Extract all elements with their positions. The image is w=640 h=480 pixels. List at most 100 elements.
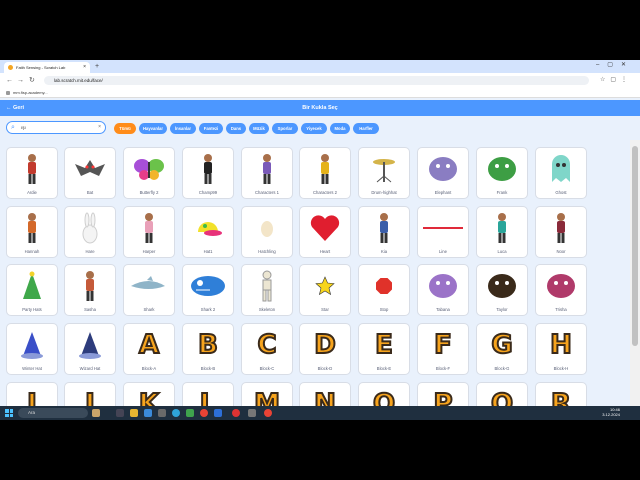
letter-block-thumbnail: C xyxy=(256,329,277,361)
sprite-card[interactable]: Trisha xyxy=(535,264,587,316)
sprite-card[interactable]: H Block-H xyxy=(535,323,587,375)
forward-arrow-icon[interactable]: → xyxy=(17,76,24,85)
sprite-card[interactable]: Harper xyxy=(123,206,175,258)
sprite-card[interactable]: Luca xyxy=(476,206,528,258)
sprite-card[interactable]: Party Hats xyxy=(6,264,58,316)
sprite-card[interactable]: Kia xyxy=(358,206,410,258)
sprite-label: Block-F xyxy=(435,366,451,371)
taskbar-app-icon[interactable] xyxy=(144,409,152,417)
filter-pill[interactable]: Yiyecek xyxy=(301,123,327,134)
address-bar[interactable]: lab.scratch.mit.edu/face/ xyxy=(44,76,589,85)
sprite-card[interactable]: Hare xyxy=(64,206,116,258)
sprite-card[interactable]: Characters 1 xyxy=(241,147,293,199)
sprite-label: Characters 1 xyxy=(255,190,279,195)
sprite-card[interactable]: D Block-D xyxy=(299,323,351,375)
search-input[interactable]: ⌕ ışı × xyxy=(6,121,106,134)
taskbar-search[interactable]: Ara xyxy=(18,408,88,418)
sprite-card[interactable]: Noor xyxy=(535,206,587,258)
taskbar-app-icon[interactable] xyxy=(158,409,166,417)
task-view-icon[interactable] xyxy=(116,409,124,417)
taskbar-app-icon[interactable] xyxy=(232,409,240,417)
sprite-thumbnail xyxy=(300,269,350,303)
filter-pill[interactable]: Dans xyxy=(226,123,246,134)
new-tab-icon[interactable]: + xyxy=(95,62,99,71)
url-text: lab.scratch.mit.edu/face/ xyxy=(54,78,103,83)
sprite-card[interactable]: Frank xyxy=(476,147,528,199)
scrollbar-thumb[interactable] xyxy=(632,146,638,346)
scrollbar[interactable] xyxy=(630,140,640,420)
sprite-label: Ghost xyxy=(555,190,567,195)
sprite-card[interactable]: A Block-A xyxy=(123,323,175,375)
sprite-card[interactable]: Bat xyxy=(64,147,116,199)
filter-pill[interactable]: Sporlar xyxy=(272,123,298,134)
sprite-card[interactable]: Hat1 xyxy=(182,206,234,258)
sprite-card[interactable]: Star xyxy=(299,264,351,316)
sprite-label: Winter Hat xyxy=(22,366,42,371)
taskbar-app-icon[interactable] xyxy=(92,409,100,417)
filter-pill[interactable]: Harfler xyxy=(353,123,379,134)
sprite-thumbnail xyxy=(536,152,586,186)
sprite-card[interactable]: Champ99 xyxy=(182,147,234,199)
sprite-label: Skeleton xyxy=(258,307,276,312)
sprite-card[interactable]: Ardie xyxy=(6,147,58,199)
sprite-card[interactable]: C Block-C xyxy=(241,323,293,375)
sprite-card[interactable]: Heart xyxy=(299,206,351,258)
sprite-label: Bat xyxy=(86,190,94,195)
taskbar-app-icon[interactable] xyxy=(264,409,272,417)
sprite-card[interactable]: B Block-B xyxy=(182,323,234,375)
sprite-label: Block-E xyxy=(376,366,392,371)
browser-toolbar-icons[interactable]: ☆▢⋮ xyxy=(600,76,632,85)
sprite-card[interactable]: Shark xyxy=(123,264,175,316)
back-arrow-icon[interactable]: ← xyxy=(6,76,13,85)
sprite-label: Frank xyxy=(496,190,508,195)
sprite-label: Party Hats xyxy=(22,307,42,312)
sprite-card[interactable]: Tabana xyxy=(417,264,469,316)
sprite-card[interactable]: Drum-highhat xyxy=(358,147,410,199)
reload-icon[interactable]: ↻ xyxy=(29,76,35,85)
filter-pill[interactable]: İnsanlar xyxy=(170,123,196,134)
chrome-icon[interactable] xyxy=(200,409,208,417)
sprite-card[interactable]: Butterfly 2 xyxy=(123,147,175,199)
edge-icon[interactable] xyxy=(172,409,180,417)
bookmark-item[interactable]: mm.fisp-academy... xyxy=(6,89,48,96)
sprite-thumbnail xyxy=(359,269,409,303)
sprite-card[interactable]: G Block-G xyxy=(476,323,528,375)
letter-block-thumbnail: E xyxy=(374,329,394,361)
library-header: ← Geri Bir Kukla Seç xyxy=(0,100,640,116)
sprite-card[interactable]: Winter Hat xyxy=(6,323,58,375)
window-controls[interactable]: –▢✕ xyxy=(596,61,634,68)
sprite-card[interactable]: Shark 2 xyxy=(182,264,234,316)
sprite-card[interactable]: Stop xyxy=(358,264,410,316)
sprite-card[interactable]: Ghost xyxy=(535,147,587,199)
sprite-card[interactable]: Hatchling xyxy=(241,206,293,258)
sprite-card[interactable]: Sasha xyxy=(64,264,116,316)
taskbar-app-icon[interactable] xyxy=(186,409,194,417)
clear-search-icon[interactable]: × xyxy=(98,122,101,133)
close-tab-icon[interactable]: × xyxy=(83,62,86,73)
sprite-card[interactable]: Elephant xyxy=(417,147,469,199)
sprite-card[interactable]: Taylor xyxy=(476,264,528,316)
taskbar-app-icon[interactable] xyxy=(214,409,222,417)
sprite-card[interactable]: F Block-F xyxy=(417,323,469,375)
taskbar-clock[interactable]: 10:46 3.12.2024 xyxy=(602,407,620,417)
sprite-card[interactable]: Skeleton xyxy=(241,264,293,316)
browser-tab[interactable]: Fatih Sensing - Scratch Lab × xyxy=(4,62,90,73)
sprite-label: Sasha xyxy=(84,307,96,312)
file-explorer-icon[interactable] xyxy=(130,409,138,417)
windows-start-icon[interactable] xyxy=(5,409,13,417)
taskbar-app-icon[interactable] xyxy=(248,409,256,417)
filter-pill[interactable]: Moda xyxy=(330,123,350,134)
filter-pill[interactable]: Müzik xyxy=(249,123,269,134)
filter-pill[interactable]: Fantezi xyxy=(199,123,223,134)
sprite-thumbnail xyxy=(7,211,57,245)
sprite-card[interactable]: E Block-E xyxy=(358,323,410,375)
sprite-card[interactable]: Hannah xyxy=(6,206,58,258)
filter-pill[interactable]: Tümü xyxy=(114,123,136,134)
sprite-card[interactable]: Line xyxy=(417,206,469,258)
sprite-card[interactable]: Characters 2 xyxy=(299,147,351,199)
sprite-card[interactable]: Wizard Hat xyxy=(64,323,116,375)
sprite-thumbnail xyxy=(536,211,586,245)
sprite-label: Taylor xyxy=(496,307,508,312)
filter-pill[interactable]: Hayvanlar xyxy=(139,123,167,134)
sprite-thumbnail xyxy=(65,211,115,245)
